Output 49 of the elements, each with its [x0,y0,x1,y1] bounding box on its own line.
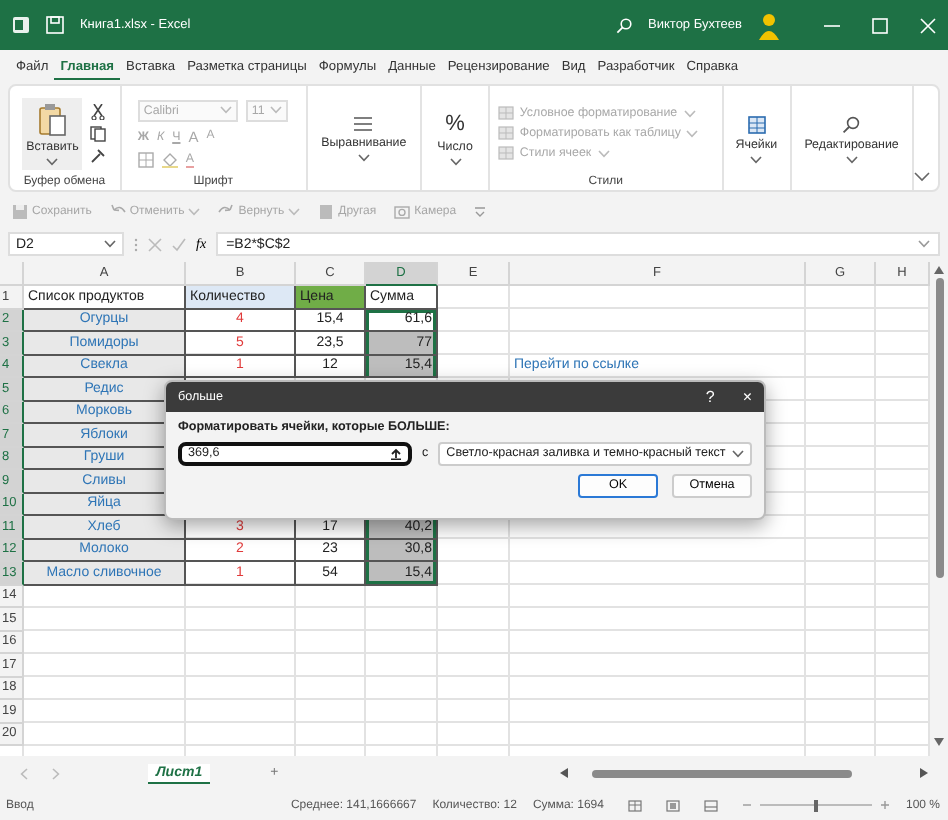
scroll-up-icon[interactable] [934,266,944,274]
close-icon[interactable] [920,17,936,33]
caret-icon[interactable] [750,155,763,163]
avatar-icon[interactable] [758,11,780,39]
cells-icon [747,115,766,133]
scrollbar-thumb[interactable] [935,278,943,578]
camera-icon [394,203,411,219]
zoom-out-icon[interactable] [741,800,752,810]
clipboard-icon [38,101,67,135]
customize-icon[interactable] [474,205,487,217]
normal-view-icon[interactable] [627,799,642,811]
caret-icon[interactable] [46,157,59,165]
excel-logo-icon [12,16,30,34]
scroll-left-icon[interactable] [560,768,568,778]
collapse-ribbon-icon[interactable] [914,172,930,182]
conditional-format-icon [497,106,514,120]
collapse-dialog-icon[interactable] [390,447,402,459]
search-icon [842,115,861,133]
page-layout-icon[interactable] [665,799,680,811]
close-button[interactable]: × [742,387,752,405]
check-icon[interactable] [172,237,186,251]
caret-icon[interactable] [845,155,858,163]
cell-styles-icon [497,146,514,160]
caret-icon[interactable] [732,449,744,457]
caret-icon[interactable] [357,154,370,162]
scroll-right-icon[interactable] [920,768,928,778]
previous-sheet-icon[interactable] [20,767,28,779]
scroll-down-icon[interactable] [934,738,944,746]
page-break-icon[interactable] [703,799,718,811]
zoom-in-icon[interactable] [879,800,890,810]
border-icon[interactable] [137,151,154,167]
maximize-icon[interactable] [872,17,888,33]
scissors-icon[interactable] [90,103,107,119]
caret-icon[interactable] [104,240,116,248]
search-icon[interactable] [616,17,633,33]
cancel-icon[interactable] [148,237,162,251]
table-icon [497,126,514,140]
horizontal-scrollbar-thumb[interactable] [592,769,852,777]
copy-icon[interactable] [90,125,107,141]
next-sheet-icon[interactable] [52,767,60,779]
document-icon [318,203,335,219]
save-icon [12,203,28,219]
alignment-icon [354,116,373,132]
caret-icon[interactable] [449,158,462,166]
help-button[interactable]: ? [705,387,715,405]
expand-icon[interactable] [918,240,930,248]
save-icon[interactable] [46,16,64,34]
brush-icon[interactable] [90,147,107,163]
fill-color-icon[interactable] [161,151,178,167]
